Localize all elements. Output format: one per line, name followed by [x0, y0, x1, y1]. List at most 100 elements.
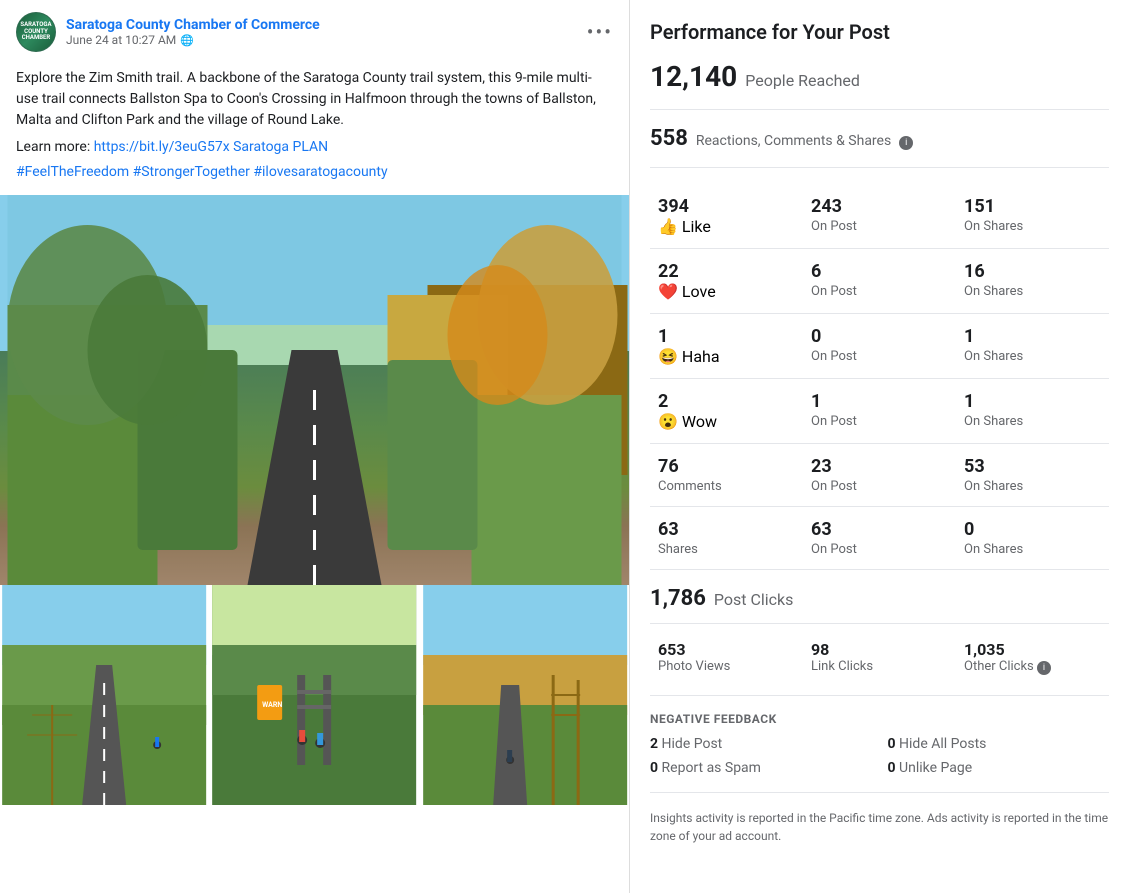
post-clicks-label: Post Clicks — [714, 590, 794, 609]
stat-cell-comments-on-post: 23 On Post — [803, 444, 956, 506]
report-spam-num: 0 — [650, 760, 658, 776]
stat-cell-haha-on-shares: 1 On Shares — [956, 314, 1109, 378]
other-clicks-label: Other Clicks i — [964, 659, 1101, 675]
negative-feedback-section: NEGATIVE FEEDBACK 2 Hide Post 0 Hide All… — [650, 712, 1109, 793]
like-label: Like — [682, 217, 711, 236]
wow-on-shares-label: On Shares — [964, 414, 1101, 429]
stat-cell-like-type: 394 👍Like — [650, 184, 803, 248]
stat-cell-love-on-shares: 16 On Shares — [956, 249, 1109, 313]
unlike-page-num: 0 — [888, 760, 896, 776]
haha-on-post-label: On Post — [811, 349, 948, 364]
stat-cell-shares-type: 63 Shares — [650, 507, 803, 569]
comments-label: Comments — [658, 479, 795, 494]
main-trail-image — [0, 195, 629, 585]
post-date: June 24 at 10:27 AM 🌐 — [66, 33, 320, 47]
performance-title: Performance for Your Post — [650, 20, 1109, 44]
love-on-shares-label: On Shares — [964, 284, 1101, 299]
app-container: SARATOGACOUNTYCHAMBER Saratoga County Ch… — [0, 0, 1129, 893]
comments-on-shares-label: On Shares — [964, 479, 1101, 494]
like-icon: 👍 — [658, 217, 678, 236]
stat-cell-shares-on-shares: 0 On Shares — [956, 507, 1109, 569]
stat-cell-haha-on-post: 0 On Post — [803, 314, 956, 378]
haha-on-shares-label: On Shares — [964, 349, 1101, 364]
other-clicks-info-icon[interactable]: i — [1037, 661, 1051, 675]
link-clicks-label: Link Clicks — [811, 659, 948, 674]
love-on-post-label: On Post — [811, 284, 948, 299]
reactions-info-icon[interactable]: i — [899, 136, 913, 150]
stats-grid: 394 👍Like 243 On Post 151 On Shares 22 ❤… — [650, 184, 1109, 570]
performance-panel: Performance for Your Post 12,140 People … — [630, 0, 1129, 893]
wow-icon: 😮 — [658, 412, 678, 431]
stat-cell-wow-on-post: 1 On Post — [803, 379, 956, 443]
hide-post-item: 2 Hide Post — [650, 736, 872, 752]
reactions-summary-row: 558 Reactions, Comments & Shares i — [650, 126, 1109, 168]
hide-all-posts-item: 0 Hide All Posts — [888, 736, 1110, 752]
other-clicks-cell: 1,035 Other Clicks i — [956, 636, 1109, 679]
link-clicks-cell: 98 Link Clicks — [803, 636, 956, 679]
bottom-images: WARN — [0, 585, 629, 805]
globe-icon: 🌐 — [180, 34, 194, 47]
report-as-spam-item: 0 Report as Spam — [650, 760, 872, 776]
people-reached-label: People Reached — [745, 71, 860, 90]
more-options-button[interactable]: ••• — [587, 20, 613, 44]
post-hashtags: #FeelTheFreedom #StrongerTogether #ilove… — [16, 162, 613, 183]
haha-label: Haha — [682, 347, 720, 366]
post-link[interactable]: https://bit.ly/3euG57x Saratoga PLAN — [94, 139, 328, 155]
unlike-page-item: 0 Unlike Page — [888, 760, 1110, 776]
bottom-image-1 — [0, 585, 208, 805]
negative-feedback-grid: 2 Hide Post 0 Hide All Posts 0 Report as… — [650, 736, 1109, 793]
reactions-number: 558 — [650, 126, 688, 151]
link-clicks-number: 98 — [811, 640, 948, 659]
like-on-post-label: On Post — [811, 219, 948, 234]
post-date-text: June 24 at 10:27 AM — [66, 33, 176, 47]
post-header-left: SARATOGACOUNTYCHAMBER Saratoga County Ch… — [16, 12, 320, 52]
hide-all-posts-num: 0 — [888, 736, 896, 752]
stat-cell-love-on-post: 6 On Post — [803, 249, 956, 313]
post-header: SARATOGACOUNTYCHAMBER Saratoga County Ch… — [0, 0, 629, 64]
footnote: Insights activity is reported in the Pac… — [650, 809, 1109, 845]
avatar-inner: SARATOGACOUNTYCHAMBER — [17, 13, 55, 51]
avatar: SARATOGACOUNTYCHAMBER — [16, 12, 56, 52]
post-panel: SARATOGACOUNTYCHAMBER Saratoga County Ch… — [0, 0, 630, 893]
wow-label: Wow — [682, 412, 717, 431]
wow-on-post-label: On Post — [811, 414, 948, 429]
trail-scene-svg — [0, 195, 629, 585]
people-reached-number: 12,140 — [650, 60, 737, 93]
post-text: Explore the Zim Smith trail. A backbone … — [0, 64, 629, 195]
negative-feedback-title: NEGATIVE FEEDBACK — [650, 712, 1109, 726]
stat-cell-haha-type: 1 😆Haha — [650, 314, 803, 378]
post-meta: Saratoga County Chamber of Commerce June… — [66, 17, 320, 47]
post-author[interactable]: Saratoga County Chamber of Commerce — [66, 17, 320, 33]
stat-cell-love-type: 22 ❤️Love — [650, 249, 803, 313]
stat-cell-wow-type: 2 😮Wow — [650, 379, 803, 443]
stat-cell-like-on-post: 243 On Post — [803, 184, 956, 248]
post-images: WARN — [0, 195, 629, 805]
love-label: Love — [682, 282, 716, 301]
shares-on-post-label: On Post — [811, 542, 948, 557]
hide-all-posts-label: Hide All Posts — [899, 736, 986, 752]
unlike-page-label: Unlike Page — [899, 760, 972, 776]
post-body: Explore the Zim Smith trail. A backbone … — [16, 68, 613, 131]
report-spam-label: Report as Spam — [662, 760, 761, 776]
haha-icon: 😆 — [658, 347, 678, 366]
love-icon: ❤️ — [658, 282, 678, 301]
reactions-label: Reactions, Comments & Shares — [696, 133, 891, 149]
like-on-shares-label: On Shares — [964, 219, 1101, 234]
hide-post-num: 2 — [650, 736, 658, 752]
stat-cell-wow-on-shares: 1 On Shares — [956, 379, 1109, 443]
bottom-image-2: WARN — [208, 585, 418, 805]
post-clicks-row: 1,786 Post Clicks — [650, 586, 1109, 624]
photo-views-cell: 653 Photo Views — [650, 636, 803, 679]
shares-on-shares-label: On Shares — [964, 542, 1101, 557]
post-link-line: Learn more: https://bit.ly/3euG57x Sarat… — [16, 137, 613, 158]
post-clicks-number: 1,786 — [650, 586, 706, 611]
stat-cell-like-on-shares: 151 On Shares — [956, 184, 1109, 248]
other-clicks-number: 1,035 — [964, 640, 1101, 659]
hide-post-label: Hide Post — [662, 736, 723, 752]
bottom-image-3 — [419, 585, 629, 805]
comments-on-post-label: On Post — [811, 479, 948, 494]
stat-cell-comments-on-shares: 53 On Shares — [956, 444, 1109, 506]
photo-views-label: Photo Views — [658, 659, 795, 674]
svg-text:WARN: WARN — [262, 701, 282, 709]
stat-cell-comments-type: 76 Comments — [650, 444, 803, 506]
